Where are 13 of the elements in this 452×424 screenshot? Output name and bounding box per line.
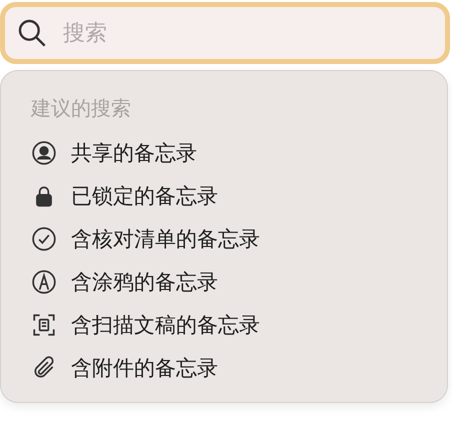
document-scan-icon [31,312,57,338]
pen-tip-circle-icon [31,268,57,294]
search-icon [16,17,48,49]
suggestion-item[interactable]: 含扫描文稿的备忘录 [31,308,427,341]
suggestion-item[interactable]: 含核对清单的备忘录 [31,222,427,255]
suggestions-heading: 建议的搜索 [31,95,132,122]
checkmark-circle-icon [31,226,57,252]
suggestion-item[interactable]: 含涂鸦的备忘录 [31,265,427,298]
search-field[interactable]: 搜索 [0,2,450,64]
suggestion-item[interactable]: 已锁定的备忘录 [31,179,427,212]
suggestion-item[interactable]: 共享的备忘录 [31,136,427,169]
suggestion-item[interactable]: 含附件的备忘录 [31,351,427,384]
person-circle-icon [31,140,57,166]
